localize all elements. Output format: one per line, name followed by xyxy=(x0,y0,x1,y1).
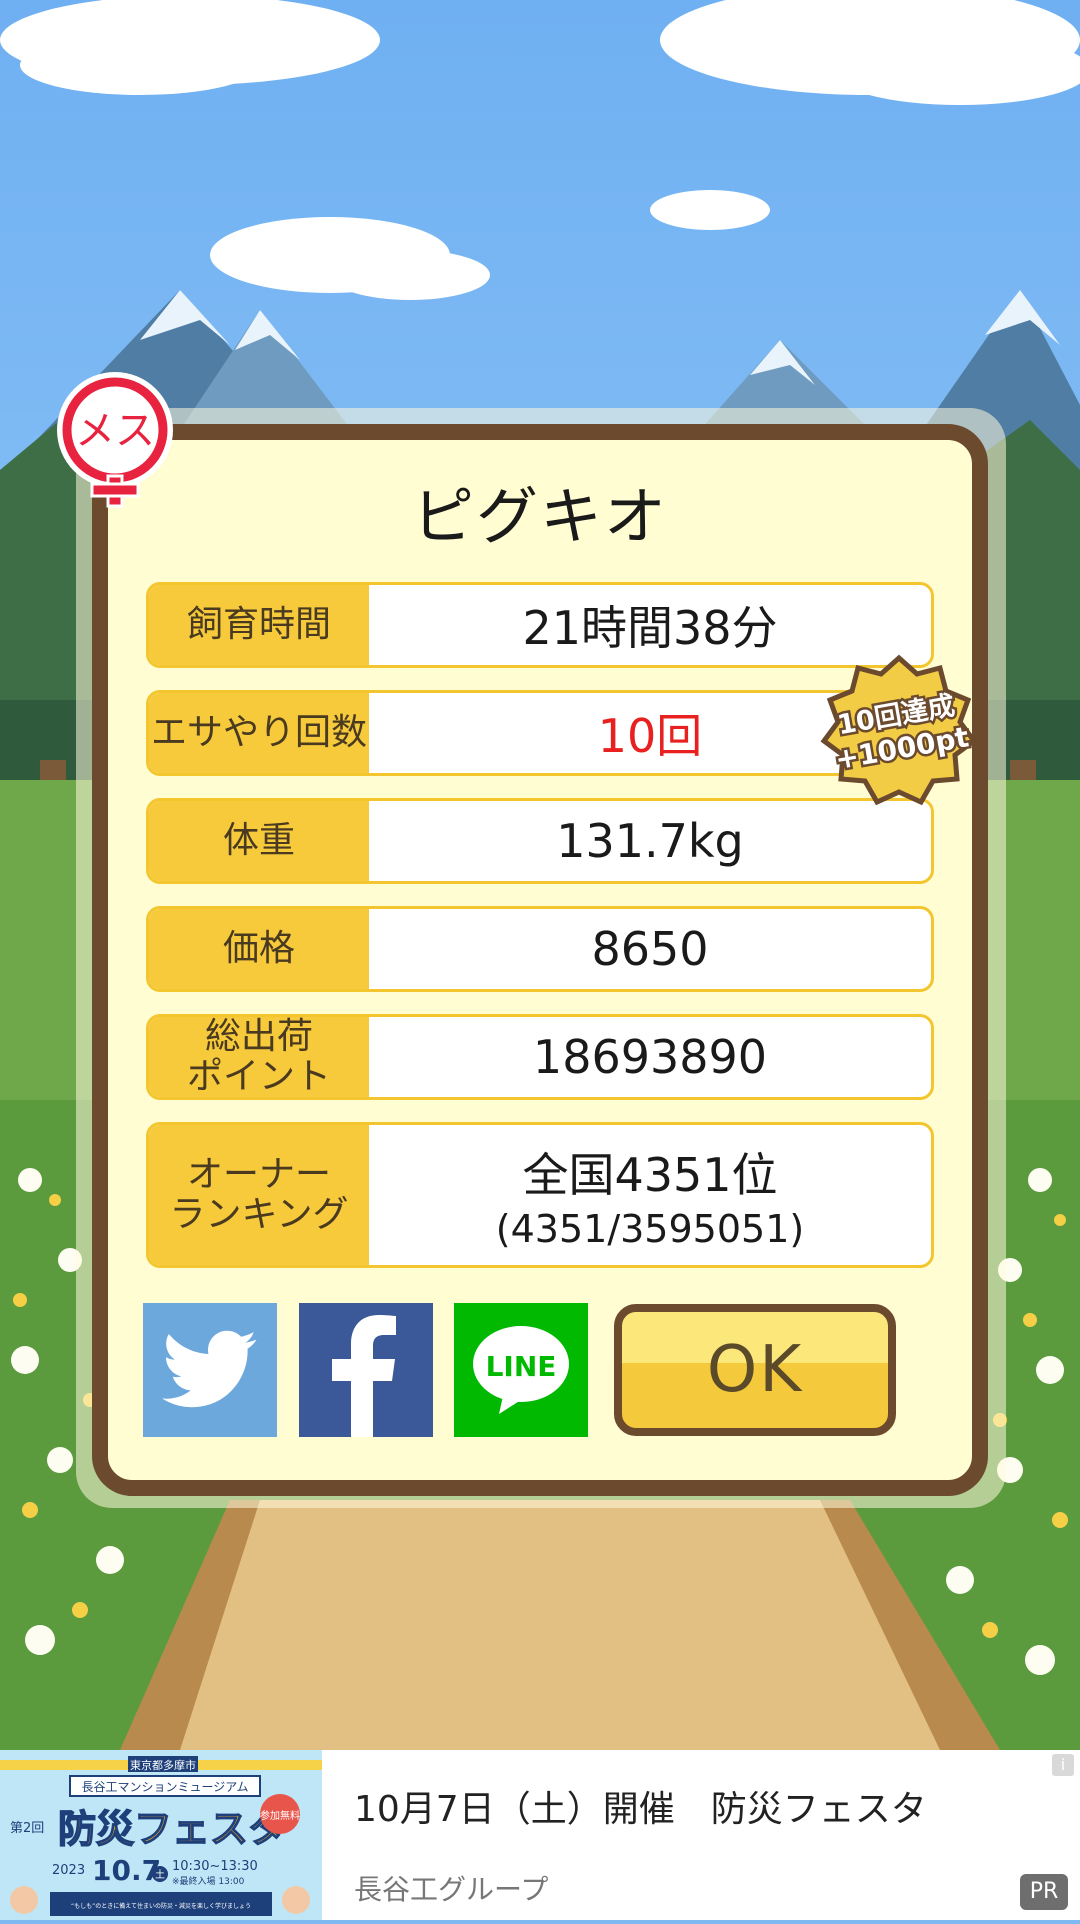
stat-value: 131.7kg xyxy=(556,814,744,868)
stat-row-weight: 体重 131.7kg xyxy=(146,798,934,884)
ad-banner[interactable]: 東京都多摩市 長谷工マンションミュージアム 第2回 防災フェスタ 参加無料 20… xyxy=(0,1750,1080,1920)
ad-image-note: ※最終入場 13:00 xyxy=(172,1875,245,1887)
stat-label: 価格 xyxy=(149,909,369,989)
stat-label: オーナー ランキング xyxy=(149,1125,369,1265)
ranking-detail: (4351/3595051) xyxy=(495,1207,805,1251)
stat-value: 8650 xyxy=(591,922,709,976)
stat-label: エサやり回数 xyxy=(149,693,369,773)
stat-row-shipping-points: 総出荷 ポイント 18693890 xyxy=(146,1014,934,1100)
line-icon: LINE xyxy=(473,1326,569,1414)
ad-image-weekday: 土 xyxy=(155,1868,165,1881)
line-share-button[interactable]: LINE xyxy=(454,1303,588,1437)
line-logo-text: LINE xyxy=(486,1350,557,1383)
stat-value: 全国4351位 (4351/3595051) xyxy=(369,1125,931,1265)
stat-label: 飼育時間 xyxy=(149,585,369,665)
ad-title[interactable]: 10月7日（土）開催 防災フェスタ xyxy=(354,1780,927,1832)
stat-value: 21時間38分 xyxy=(522,601,778,655)
pig-name: ピグキオ xyxy=(411,480,668,553)
ad-image-museum: 長谷工マンションミュージアム xyxy=(82,1780,249,1794)
stat-value: 18693890 xyxy=(532,1030,768,1084)
ad-image-tagline: “もしも”のときに備えて住まいの防災・減災を楽しく学びましょう xyxy=(71,1902,251,1910)
facebook-share-button[interactable] xyxy=(299,1303,433,1437)
stat-row-price: 価格 8650 xyxy=(146,906,934,992)
twitter-icon xyxy=(162,1330,257,1408)
ok-button[interactable]: OK xyxy=(614,1304,896,1436)
stat-label: 総出荷 ポイント xyxy=(149,1017,369,1097)
ad-image-event: 防災フェスタ xyxy=(58,1807,286,1851)
stat-label: 体重 xyxy=(149,801,369,881)
ad-image-year: 2023 xyxy=(52,1863,85,1878)
ranking-value: 全国4351位 xyxy=(522,1148,778,1202)
ad-pr-badge: PR xyxy=(1020,1874,1068,1910)
facebook-icon xyxy=(332,1315,396,1437)
ad-image[interactable]: 東京都多摩市 長谷工マンションミュージアム 第2回 防災フェスタ 参加無料 20… xyxy=(0,1750,322,1920)
stat-row-owner-ranking: オーナー ランキング 全国4351位 (4351/3595051) xyxy=(146,1122,934,1268)
achievement-badge: 10回達成 +1000pt xyxy=(818,654,980,810)
ad-image-date: 10.7 xyxy=(92,1854,161,1887)
ad-image-free-badge: 参加無料 xyxy=(260,1809,300,1822)
stat-row-breeding-time: 飼育時間 21時間38分 xyxy=(146,582,934,668)
ad-info-icon[interactable]: i xyxy=(1052,1754,1074,1776)
ad-image-time: 10:30~13:30 xyxy=(172,1859,258,1874)
stat-row-feeding-count: エサやり回数 10回 xyxy=(146,690,934,776)
twitter-share-button[interactable] xyxy=(143,1303,277,1437)
ad-advertiser: 長谷工グループ xyxy=(354,1873,549,1906)
ad-image-edition: 第2回 xyxy=(10,1821,44,1836)
ad-image-city: 東京都多摩市 xyxy=(130,1758,196,1772)
gender-label: メス xyxy=(75,408,155,454)
